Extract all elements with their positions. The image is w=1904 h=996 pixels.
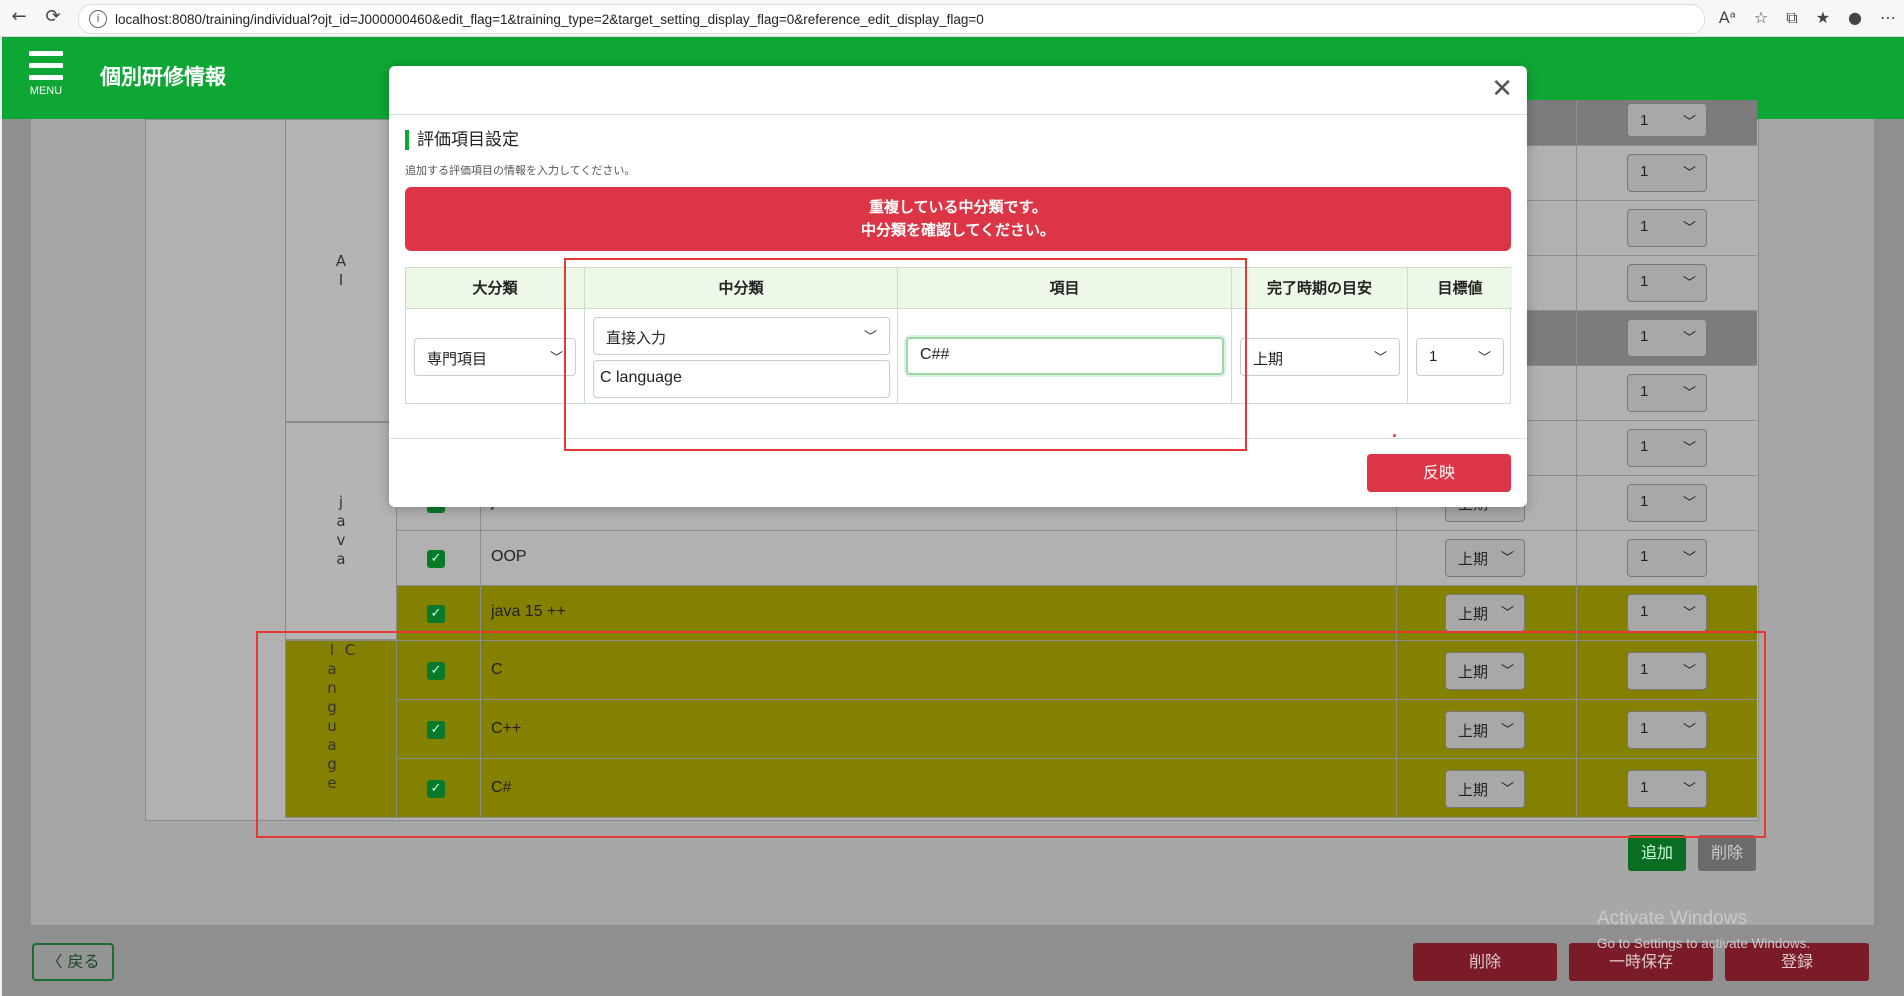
duplicate-error-alert: 重複している中分類です。 中分類を確認してください。 xyxy=(405,187,1511,251)
target-select[interactable]: 1 ﹀ xyxy=(1627,103,1707,137)
header-completion: 完了時期の目安 xyxy=(1232,268,1408,309)
chevron-down-icon: ﹀ xyxy=(1682,114,1696,129)
row-name: java 15 ++ xyxy=(491,603,566,620)
target-select[interactable]: 1 ﹀ xyxy=(1627,209,1707,247)
windows-activation-watermark: Activate Windows Go to Settings to activ… xyxy=(1597,908,1811,951)
menu-button[interactable]: MENU xyxy=(24,51,68,97)
apply-button[interactable]: 反映 xyxy=(1367,454,1511,492)
add-row-button[interactable]: 追加 xyxy=(1628,835,1686,871)
table-row: ✓ OOP 上期 ﹀ 1 ﹀ xyxy=(397,531,1757,586)
target-select[interactable]: 1 ﹀ xyxy=(1627,539,1707,577)
target-select[interactable]: 1 ﹀ xyxy=(1627,429,1707,467)
close-icon[interactable]: ✕ xyxy=(1491,74,1513,104)
annotation-box-c-language xyxy=(256,631,1766,838)
chevron-down-icon: ﹀ xyxy=(1682,605,1696,620)
read-aloud-icon[interactable]: Aᵃ xyxy=(1719,8,1736,28)
target-select[interactable]: 1 ﹀ xyxy=(1627,484,1707,522)
modal-subtitle: 追加する評価項目の情報を入力してください。 xyxy=(405,164,636,177)
checkbox[interactable]: ✓ xyxy=(427,605,445,623)
target-select[interactable]: 1 ﹀ xyxy=(1627,264,1707,302)
major-select[interactable]: 専門項目 ﹀ xyxy=(414,338,576,376)
modal-title: 評価項目設定 xyxy=(405,130,519,150)
delete-row-button[interactable]: 削除 xyxy=(1698,835,1756,871)
alert-line-1: 重複している中分類です。 xyxy=(868,198,1048,216)
period-select[interactable]: 上期﹀ xyxy=(1445,539,1525,577)
menu-label: MENU xyxy=(29,85,63,97)
more-icon[interactable]: ⋯ xyxy=(1880,8,1896,28)
target-select[interactable]: 1 ﹀ xyxy=(1627,319,1707,357)
chevron-down-icon: ﹀ xyxy=(1682,385,1696,400)
row-name: OOP xyxy=(491,548,527,565)
period-select[interactable]: 上期﹀ xyxy=(1445,594,1525,632)
page-title: 個別研修情報 xyxy=(100,65,226,89)
url-text: localhost:8080/training/individual?ojt_i… xyxy=(115,11,984,27)
target-select[interactable]: 1 ﹀ xyxy=(1627,594,1707,632)
chevron-down-icon: ﹀ xyxy=(1682,220,1696,235)
reload-icon[interactable]: ⟳ xyxy=(40,6,66,27)
completion-select[interactable]: 上期 ﹀ xyxy=(1240,338,1400,376)
alert-line-2: 中分類を確認してください。 xyxy=(860,221,1056,239)
header-target: 目標値 xyxy=(1408,268,1512,309)
chevron-down-icon: ﹀ xyxy=(1682,165,1696,180)
favorites-icon[interactable]: ★ xyxy=(1816,8,1830,28)
chevron-down-icon: ﹀ xyxy=(1682,495,1696,510)
profile-avatar-icon[interactable]: ● xyxy=(1848,8,1862,28)
address-bar[interactable]: i localhost:8080/training/individual?ojt… xyxy=(78,4,1705,34)
chevron-down-icon: ﹀ xyxy=(1500,605,1514,620)
extensions-icon[interactable]: ⧉ xyxy=(1786,8,1797,28)
hamburger-icon xyxy=(29,51,63,56)
chevron-down-icon: ﹀ xyxy=(1682,440,1696,455)
favorite-star-icon[interactable]: ☆ xyxy=(1754,8,1768,28)
target-value-select[interactable]: 1 ﹀ xyxy=(1416,338,1504,376)
target-select[interactable]: 1 ﹀ xyxy=(1627,374,1707,412)
chevron-down-icon: ﹀ xyxy=(1682,330,1696,345)
chevron-down-icon: ﹀ xyxy=(1682,550,1696,565)
chevron-down-icon: ﹀ xyxy=(1373,350,1387,365)
header-major: 大分類 xyxy=(406,268,585,309)
back-button[interactable]: 〈 戻る xyxy=(32,943,114,981)
group-cell-ai: AI xyxy=(285,119,397,422)
target-select[interactable]: 1 ﹀ xyxy=(1627,154,1707,192)
delete-button[interactable]: 削除 xyxy=(1413,943,1557,981)
back-label: 戻る xyxy=(67,952,100,971)
chevron-down-icon: ﹀ xyxy=(1500,550,1514,565)
chevron-down-icon: ﹀ xyxy=(1682,275,1696,290)
group-cell-java: java xyxy=(285,422,397,640)
annotation-dot xyxy=(1393,434,1396,437)
checkbox[interactable]: ✓ xyxy=(427,550,445,568)
site-info-icon[interactable]: i xyxy=(89,10,107,28)
chevron-down-icon: ﹀ xyxy=(549,350,563,365)
chevron-left-icon: 〈 xyxy=(46,952,68,971)
group-label-ai: AI xyxy=(332,251,350,290)
chevron-down-icon: ﹀ xyxy=(1477,350,1491,365)
browser-toolbar: ← ⟳ i localhost:8080/training/individual… xyxy=(0,0,1904,37)
arrow-left-icon[interactable]: ← xyxy=(6,6,32,27)
annotation-box-middle-category xyxy=(564,258,1247,451)
group-label-java: java xyxy=(332,493,350,569)
